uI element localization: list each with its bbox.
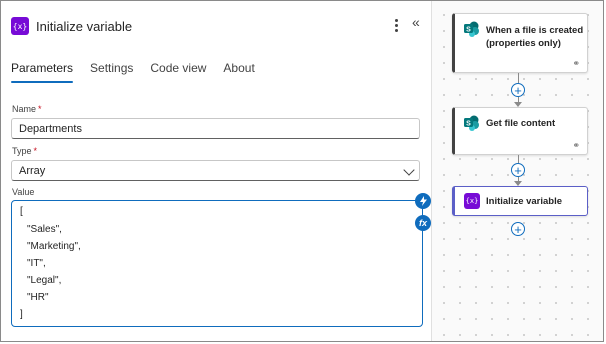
action-card-get-file-content[interactable]: S Get file content ⚭ <box>452 107 588 155</box>
collapse-panel-button[interactable]: « <box>412 14 420 30</box>
code-line: "Sales", <box>27 224 62 235</box>
panel-header: {x} Initialize variable <box>11 15 132 37</box>
action-details-panel: {x} Initialize variable « Parameters Set… <box>1 1 432 341</box>
sharepoint-icon: S <box>464 115 479 131</box>
connector-line <box>518 155 519 163</box>
chevron-down-icon <box>403 164 415 176</box>
link-icon: ⚭ <box>572 140 580 150</box>
trigger-card-file-created[interactable]: S When a file is created (properties onl… <box>452 13 588 73</box>
panel-title[interactable]: Initialize variable <box>36 19 132 34</box>
code-line: "IT", <box>27 258 46 269</box>
code-line: ] <box>20 309 23 320</box>
action-card-initialize-variable[interactable]: {x} Initialize variable <box>452 186 588 216</box>
code-line: "Marketing", <box>27 241 81 252</box>
tab-code-view[interactable]: Code view <box>150 61 206 83</box>
variable-icon: {x} <box>11 17 29 35</box>
dynamic-content-button[interactable] <box>415 193 431 209</box>
svg-text:S: S <box>466 120 471 127</box>
code-line: [ <box>20 206 23 217</box>
svg-text:S: S <box>466 26 471 33</box>
add-step-button[interactable]: + <box>511 83 525 97</box>
value-editor[interactable]: [ "Sales", "Marketing", "IT", "Legal", "… <box>11 200 423 327</box>
name-label: Name * <box>12 104 42 114</box>
name-field[interactable]: Departments <box>11 118 420 139</box>
card-title-line: (properties only) <box>486 38 561 49</box>
required-marker: * <box>33 146 38 156</box>
card-title: Initialize variable <box>486 196 563 207</box>
required-marker: * <box>38 104 42 114</box>
more-options-button[interactable] <box>391 15 401 35</box>
tab-settings[interactable]: Settings <box>90 61 133 83</box>
tab-about[interactable]: About <box>223 61 254 83</box>
tab-bar: Parameters Settings Code view About <box>11 61 272 83</box>
card-title: Get file content <box>486 118 556 129</box>
connector-line <box>518 73 519 83</box>
fx-icon: fx <box>418 218 427 228</box>
code-line: "HR" <box>27 292 49 303</box>
add-step-button[interactable]: + <box>511 163 525 177</box>
type-value: Array <box>19 164 46 177</box>
lightning-icon <box>419 196 427 206</box>
tab-parameters[interactable]: Parameters <box>11 61 74 83</box>
type-label: Type * <box>12 146 38 156</box>
expression-button[interactable]: fx <box>415 215 431 231</box>
code-line: "Legal", <box>27 275 62 286</box>
add-step-button[interactable]: + <box>511 222 525 236</box>
card-title-line: When a file is created <box>486 25 584 36</box>
link-icon: ⚭ <box>572 58 580 68</box>
sharepoint-icon: S <box>464 21 479 37</box>
type-select[interactable]: Array <box>11 160 420 181</box>
value-label: Value <box>12 187 35 197</box>
name-value: Departments <box>19 122 82 135</box>
variable-icon: {x} <box>464 193 480 209</box>
